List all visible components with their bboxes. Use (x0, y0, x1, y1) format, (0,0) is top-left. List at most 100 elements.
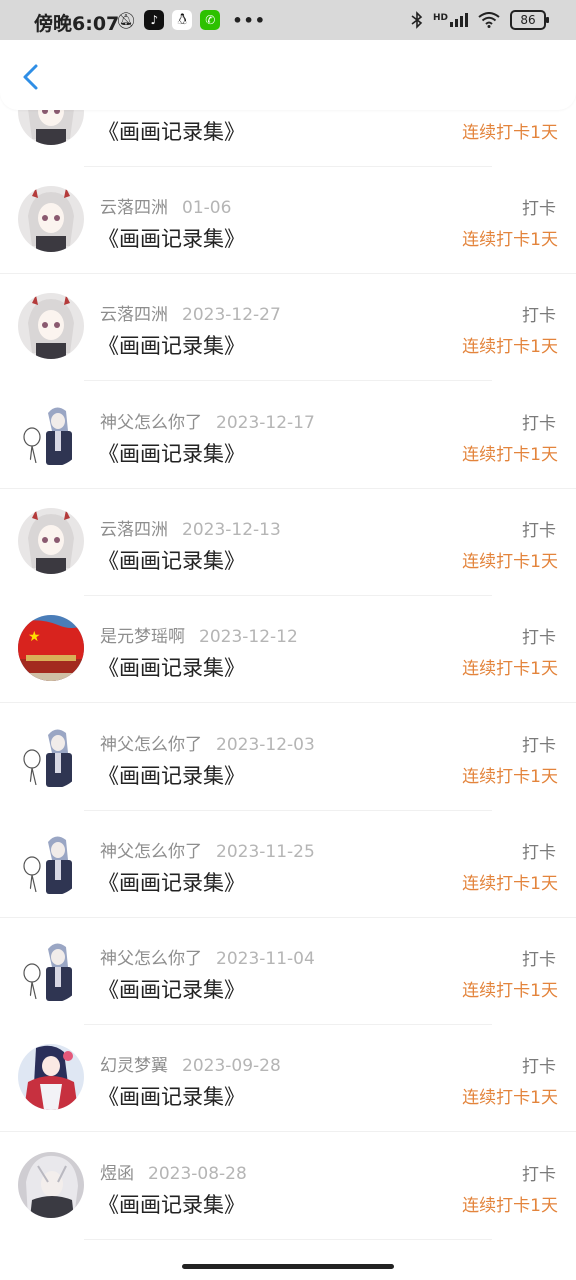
streak-badge: 连续打卡1天 (462, 767, 558, 787)
author-line: 神父怎么你了 2023-12-17 (100, 408, 315, 433)
list-item[interactable]: 神父怎么你了 2023-11-04 《画画记录集》 打卡 连续打卡1天 (0, 937, 576, 1044)
bluetooth-icon (411, 11, 423, 29)
avatar[interactable] (18, 401, 84, 467)
checkin-label: 打卡 (522, 1165, 556, 1185)
post-date: 2023-12-13 (182, 520, 281, 540)
streak-badge: 连续打卡1天 (462, 552, 558, 572)
status-time: 傍晚6:07 (34, 13, 120, 35)
notification-muted-icon: 🔕︎ (116, 10, 137, 30)
author-name[interactable]: 神父怎么你了 (100, 949, 202, 969)
author-name[interactable]: 煜函 (100, 1164, 134, 1184)
top-nav-bar (0, 40, 576, 110)
collection-title[interactable]: 《画画记录集》 (98, 974, 245, 1004)
avatar[interactable] (18, 186, 84, 252)
network-type-label: HD (432, 13, 448, 23)
list-item[interactable]: 幻灵梦翼 2023-09-28 《画画记录集》 打卡连续打卡1天 (0, 1044, 576, 1151)
back-button[interactable] (16, 62, 46, 92)
collection-title[interactable]: 《画画记录集》 (98, 1081, 245, 1111)
row-divider (84, 810, 492, 811)
qq-icon: 🐧︎ (172, 10, 193, 30)
streak-badge: 连续打卡1天 (462, 981, 558, 1001)
author-line: 煜函 2023-08-28 (100, 1159, 247, 1184)
collection-title[interactable]: 《画画记录集》 (98, 330, 245, 360)
author-name[interactable]: 神父怎么你了 (100, 413, 202, 433)
author-name[interactable]: 云落四洲 (100, 305, 168, 325)
checkin-label: 打卡 (522, 1057, 556, 1077)
avatar[interactable] (18, 508, 84, 574)
streak-badge: 连续打卡1天 (462, 123, 558, 143)
list-item[interactable]: 神父怎么你了 2023-12-03 《画画记录集》 打卡连续打卡1天 (0, 723, 576, 830)
author-name[interactable]: 幻灵梦翼 (100, 1056, 168, 1076)
post-date: 2023-08-28 (148, 1164, 247, 1184)
checkin-label: 打卡 (522, 521, 556, 541)
checkin-label: 打卡 (522, 306, 556, 326)
row-divider (0, 702, 576, 703)
streak-badge: 连续打卡1天 (462, 1088, 558, 1108)
avatar[interactable] (18, 1152, 84, 1218)
avatar[interactable] (18, 830, 84, 896)
list-item[interactable]: 神父怎么你了 2023-12-17 《画画记录集》 打卡 连续打卡1天 (0, 401, 576, 508)
checkin-label: 打卡 (522, 736, 556, 756)
more-notifications-icon: ••• (232, 10, 266, 30)
author-line: 云落四洲 2023-12-13 (100, 515, 281, 540)
author-line: 是元梦瑶啊 2023-12-12 (100, 622, 298, 647)
author-name[interactable]: 神父怎么你了 (100, 842, 202, 862)
post-date: 2023-09-28 (182, 1056, 281, 1076)
collection-title[interactable]: 《画画记录集》 (98, 1189, 245, 1219)
author-name[interactable]: 云落四洲 (100, 520, 168, 540)
row-divider (0, 1131, 576, 1132)
collection-title[interactable]: 《画画记录集》 (98, 760, 245, 790)
list-item[interactable]: 煜函 2023-08-28 《画画记录集》 打卡连续打卡1天 (0, 1152, 576, 1259)
post-date: 2023-11-04 (216, 949, 315, 969)
checkin-label: 打卡 (522, 843, 556, 863)
collection-title[interactable]: 《画画记录集》 (98, 223, 245, 253)
author-name[interactable]: 是元梦瑶啊 (100, 627, 185, 647)
row-divider (84, 1024, 492, 1025)
list-item[interactable]: 神父怎么你了 2023-11-25 《画画记录集》 打卡连续打卡1天 (0, 830, 576, 937)
avatar[interactable] (18, 293, 84, 359)
wechat-icon: ✆ (200, 10, 221, 30)
list-item[interactable]: ★ 是元梦瑶啊 2023-12-12 《画画记录集》 打卡 连续打卡1天 (0, 615, 576, 722)
row-divider (84, 166, 492, 167)
row-divider (84, 1239, 492, 1240)
streak-badge: 连续打卡1天 (462, 337, 558, 357)
avatar[interactable]: ★ (18, 615, 84, 681)
author-line: 神父怎么你了 2023-11-25 (100, 837, 315, 862)
avatar[interactable] (18, 1044, 84, 1110)
checkin-label: 打卡 (522, 628, 556, 648)
author-line: 云落四洲 01-06 (100, 193, 231, 218)
collection-title[interactable]: 《画画记录集》 (98, 545, 245, 575)
collection-title[interactable]: 《画画记录集》 (98, 867, 245, 897)
status-bar: 傍晚6:07 🔕︎ ♪ 🐧︎ ✆ ••• HD 86 (0, 0, 576, 40)
author-name[interactable]: 云落四洲 (100, 198, 168, 218)
avatar[interactable] (18, 937, 84, 1003)
list-item[interactable]: 云落四洲 01-06 《画画记录集》 打卡连续打卡1天 (0, 186, 576, 293)
author-line: 云落四洲 2023-12-27 (100, 300, 281, 325)
signal-icon: HD (433, 13, 468, 27)
collection-title[interactable]: 《画画记录集》 (98, 438, 245, 468)
row-divider (0, 273, 576, 274)
author-name[interactable]: 神父怎么你了 (100, 735, 202, 755)
post-date: 01-06 (182, 198, 232, 218)
battery-icon: 86 (510, 10, 549, 30)
list-item[interactable]: 云落四洲 2023-12-27 《画画记录集》 打卡连续打卡1天 (0, 293, 576, 400)
row-divider (84, 380, 492, 381)
svg-text:★: ★ (28, 629, 41, 645)
author-line: 神父怎么你了 2023-12-03 (100, 730, 315, 755)
home-indicator[interactable] (182, 1264, 394, 1269)
collection-title[interactable]: 《画画记录集》 (98, 652, 245, 682)
row-divider (84, 595, 492, 596)
avatar[interactable] (18, 723, 84, 789)
post-date: 2023-12-17 (216, 413, 315, 433)
post-date: 2023-12-12 (199, 627, 298, 647)
post-date: 2023-12-03 (216, 735, 315, 755)
list-item[interactable]: 云落四洲 2023-12-13 《画画记录集》 打卡连续打卡1天 (0, 508, 576, 615)
streak-badge: 连续打卡1天 (462, 230, 558, 250)
streak-badge: 连续打卡1天 (462, 874, 558, 894)
streak-badge: 连续打卡1天 (462, 1196, 558, 1216)
author-line: 幻灵梦翼 2023-09-28 (100, 1051, 281, 1076)
row-divider (0, 917, 576, 918)
collection-title[interactable]: 《画画记录集》 (98, 116, 245, 146)
post-date: 2023-11-25 (216, 842, 315, 862)
checkin-label: 打卡 (522, 199, 556, 219)
